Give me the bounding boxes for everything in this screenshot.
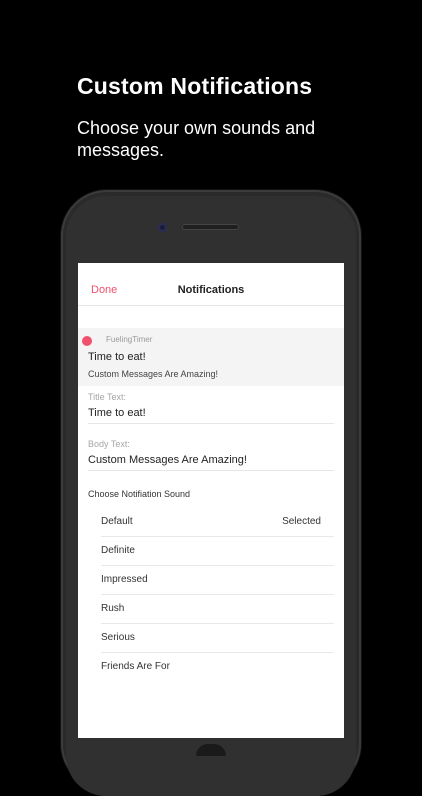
phone-screen: Done Notifications FuelingTimer Time to … bbox=[78, 263, 344, 738]
title-text-label: Title Text: bbox=[88, 392, 127, 402]
camera-icon bbox=[158, 223, 167, 232]
promo-headline: Custom Notifications bbox=[77, 73, 313, 99]
sound-name: Friends Are For bbox=[101, 661, 170, 672]
notification-preview: FuelingTimer Time to eat! Custom Message… bbox=[78, 328, 344, 386]
app-icon bbox=[82, 336, 95, 346]
promo-subline: Choose your own sounds and messages. bbox=[77, 118, 316, 160]
home-button bbox=[196, 744, 226, 756]
speaker-icon bbox=[182, 224, 239, 230]
sound-name: Rush bbox=[101, 603, 125, 614]
sound-option[interactable]: Serious bbox=[101, 624, 334, 653]
sound-option[interactable]: Definite bbox=[101, 537, 334, 566]
body-text-field[interactable]: Custom Messages Are Amazing! bbox=[88, 454, 334, 471]
body-text-label: Body Text: bbox=[88, 439, 130, 449]
title-text-field[interactable]: Time to eat! bbox=[88, 407, 334, 424]
selected-indicator: Selected bbox=[282, 516, 321, 527]
sound-name: Definite bbox=[101, 545, 135, 556]
sound-name: Serious bbox=[101, 632, 135, 643]
sound-option[interactable]: Friends Are For bbox=[101, 653, 334, 681]
preview-app-name: FuelingTimer bbox=[106, 335, 153, 344]
sound-list: Default Selected Definite Impressed Rush… bbox=[101, 508, 334, 681]
sound-option[interactable]: Impressed bbox=[101, 566, 334, 595]
nav-title: Notifications bbox=[177, 284, 245, 296]
preview-title: Time to eat! bbox=[88, 351, 146, 363]
sound-option[interactable]: Rush bbox=[101, 595, 334, 624]
sound-name: Default bbox=[101, 516, 133, 527]
sound-option[interactable]: Default Selected bbox=[101, 508, 334, 537]
sound-section-heading: Choose Notifiation Sound bbox=[88, 489, 191, 499]
sound-name: Impressed bbox=[101, 574, 148, 585]
preview-body: Custom Messages Are Amazing! bbox=[88, 369, 219, 379]
navigation-bar: Done Notifications bbox=[78, 263, 344, 306]
